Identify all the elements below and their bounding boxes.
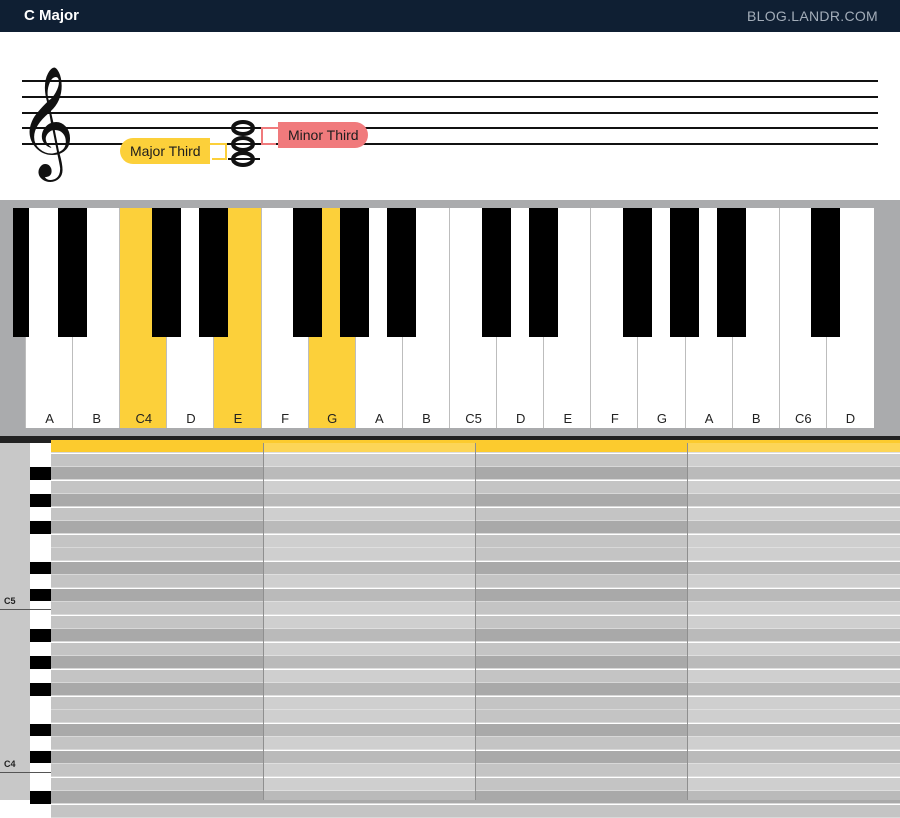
key-label: B (422, 411, 431, 426)
roll-black-key (30, 588, 51, 601)
brand-label: BLOG.LANDR.COM (747, 8, 878, 24)
black-key[interactable] (293, 208, 323, 337)
bar-line (263, 443, 264, 800)
key-label: D (845, 411, 856, 426)
key-label: F (281, 411, 290, 426)
roll-black-key (30, 656, 51, 669)
black-key[interactable] (57, 208, 87, 337)
key-label: D (515, 411, 526, 426)
roll-black-key (30, 494, 51, 507)
major-third-label: Major Third (120, 138, 210, 164)
roll-column (263, 443, 475, 800)
black-key[interactable] (198, 208, 228, 337)
bar-line (475, 443, 476, 800)
black-key[interactable] (387, 208, 417, 337)
piano-keyboard: A B C4 D E F G A B C5 D E F G A B C6 D (0, 200, 900, 436)
black-key[interactable] (717, 208, 747, 337)
roll-mini-keyboard (30, 443, 51, 804)
roll-black-key (30, 791, 51, 804)
roll-black-key (30, 750, 51, 763)
minor-third-label: Minor Third (278, 122, 368, 148)
piano-roll: C5 C4 (0, 440, 900, 818)
roll-black-key (30, 521, 51, 534)
black-key[interactable] (622, 208, 652, 337)
bar-line (687, 443, 688, 800)
chord-title: C Major (24, 7, 80, 24)
roll-black-key (30, 629, 51, 642)
black-key[interactable] (481, 208, 511, 337)
key-label: E (563, 411, 573, 426)
black-key[interactable] (811, 208, 841, 337)
major-third-bracket (210, 143, 227, 160)
key-label: F (610, 411, 619, 426)
key-label: D (186, 411, 196, 426)
staff-lines (22, 80, 878, 145)
roll-black-key (30, 467, 51, 480)
octave-line (0, 772, 51, 773)
staff-svg: 𝄞 (18, 65, 878, 182)
roll-black-key (30, 683, 51, 696)
roll-column (687, 443, 900, 800)
key-label: B (92, 411, 101, 426)
black-key[interactable] (13, 208, 29, 337)
key-label: G (327, 411, 338, 426)
staff-notation: 𝄞 Major Third Minor Third (0, 32, 900, 200)
octave-line (0, 609, 51, 610)
key-label: G (656, 411, 668, 426)
key-label: C5 (465, 411, 482, 426)
black-key[interactable] (670, 208, 700, 337)
key-label: C4 (135, 411, 153, 426)
roll-black-key (30, 723, 51, 736)
key-label: A (374, 411, 384, 426)
black-key[interactable] (340, 208, 370, 337)
key-label: A (704, 411, 714, 426)
key-label: B (751, 411, 761, 426)
key-label: C6 (795, 411, 812, 426)
octave-label: C5 (4, 596, 16, 606)
treble-clef-icon: 𝄞 (18, 65, 75, 182)
black-key[interactable] (528, 208, 558, 337)
black-key[interactable] (151, 208, 181, 337)
octave-label: C4 (4, 759, 16, 769)
minor-third-bracket (261, 127, 278, 145)
roll-black-key (30, 561, 51, 574)
roll-row (51, 804, 900, 818)
key-label: E (233, 411, 243, 426)
key-label: A (45, 411, 54, 426)
header-bar: C Major BLOG.LANDR.COM (0, 0, 900, 32)
roll-octave-gutter (0, 443, 30, 800)
